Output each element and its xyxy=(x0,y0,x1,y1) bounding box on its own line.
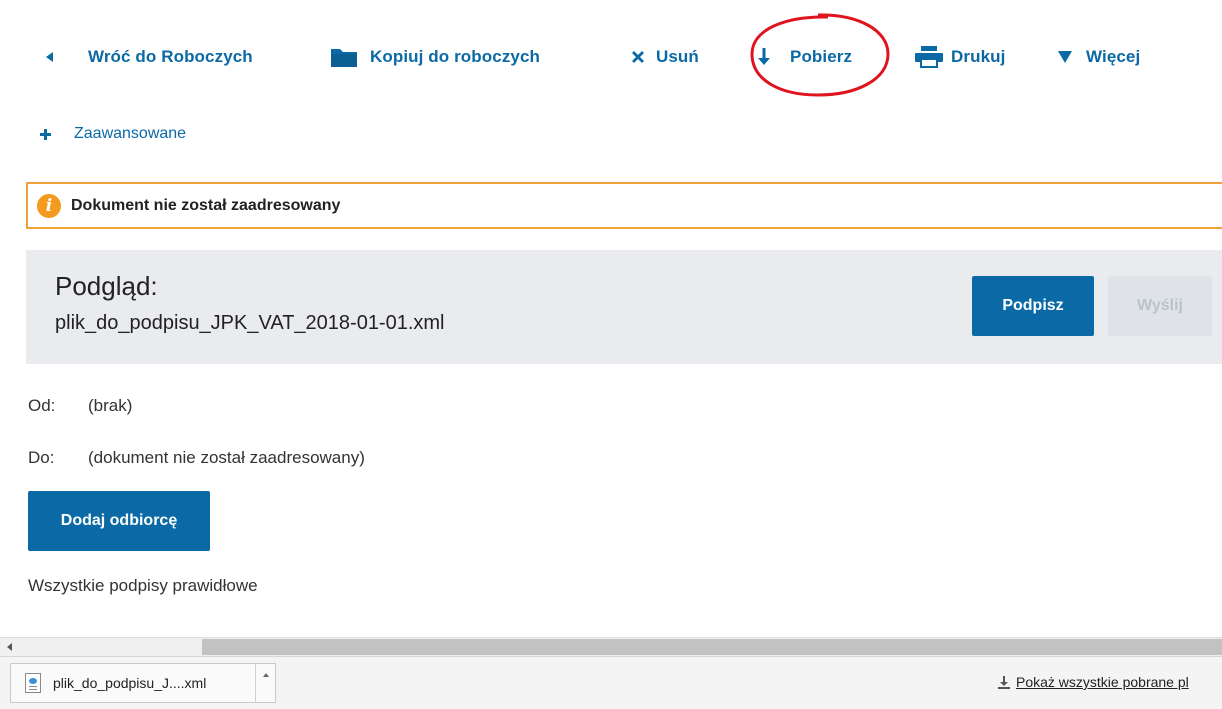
back-to-drafts-label: Wróć do Roboczych xyxy=(88,47,253,66)
back-to-drafts-button[interactable]: Wróć do Roboczych xyxy=(46,44,253,70)
back-arrow-icon xyxy=(46,52,54,62)
more-button[interactable]: Więcej xyxy=(1058,44,1140,70)
close-icon xyxy=(632,51,644,63)
signature-status: Wszystkie podpisy prawidłowe xyxy=(28,576,258,595)
chevron-up-icon[interactable] xyxy=(255,664,275,702)
triangle-down-icon xyxy=(1058,50,1072,64)
preview-filename: plik_do_podpisu_JPK_VAT_2018-01-01.xml xyxy=(55,312,445,334)
sign-button[interactable]: Podpisz xyxy=(972,276,1094,336)
to-label: Do: xyxy=(28,448,55,467)
plus-icon xyxy=(40,128,51,140)
folder-icon xyxy=(330,46,358,68)
scrollbar-thumb[interactable] xyxy=(202,639,1222,655)
show-all-downloads-link[interactable]: Pokaż wszystkie pobrane pl xyxy=(998,674,1189,690)
to-row: Do: (dokument nie został zaadresowany) xyxy=(28,448,365,468)
from-label: Od: xyxy=(28,396,56,415)
preview-title: Podgląd: xyxy=(55,271,158,301)
print-button[interactable]: Drukuj xyxy=(915,44,1005,70)
copy-to-drafts-label: Kopiuj do roboczych xyxy=(370,47,541,66)
printer-icon xyxy=(915,46,943,68)
xml-file-icon xyxy=(25,673,41,693)
print-label: Drukuj xyxy=(951,47,1006,66)
download-item[interactable]: plik_do_podpisu_J....xml xyxy=(10,663,276,703)
from-row: Od: (brak) xyxy=(28,396,132,416)
horizontal-scrollbar[interactable] xyxy=(0,637,1222,656)
action-toolbar: Wróć do Roboczych Kopiuj do roboczych Us… xyxy=(0,0,1222,112)
downloads-bar: plik_do_podpisu_J....xml Pokaż wszystkie… xyxy=(0,656,1222,709)
download-filename: plik_do_podpisu_J....xml xyxy=(53,675,207,691)
preview-panel: Podgląd: plik_do_podpisu_JPK_VAT_2018-01… xyxy=(26,250,1222,364)
download-button[interactable]: Pobierz xyxy=(758,44,852,70)
advanced-toggle[interactable]: Zaawansowane xyxy=(40,123,186,145)
download-label: Pobierz xyxy=(790,47,853,66)
delete-label: Usuń xyxy=(656,47,699,66)
send-button[interactable]: Wyślij xyxy=(1108,276,1212,336)
from-value: (brak) xyxy=(88,396,133,415)
to-value: (dokument nie został zaadresowany) xyxy=(88,448,365,467)
advanced-label: Zaawansowane xyxy=(74,125,187,142)
download-arrow-icon xyxy=(758,48,770,66)
more-label: Więcej xyxy=(1086,47,1141,66)
copy-to-drafts-button[interactable]: Kopiuj do roboczych xyxy=(330,44,540,70)
add-recipient-button[interactable]: Dodaj odbiorcę xyxy=(28,491,210,551)
info-icon: i xyxy=(37,193,61,218)
download-icon xyxy=(998,675,1010,689)
delete-button[interactable]: Usuń xyxy=(632,44,699,70)
alert-text: Dokument nie został zaadresowany xyxy=(71,196,341,214)
show-all-downloads-label: Pokaż wszystkie pobrane pl xyxy=(1016,674,1189,690)
not-addressed-alert: i Dokument nie został zaadresowany xyxy=(26,182,1222,229)
scroll-left-arrow-icon[interactable] xyxy=(0,638,18,656)
